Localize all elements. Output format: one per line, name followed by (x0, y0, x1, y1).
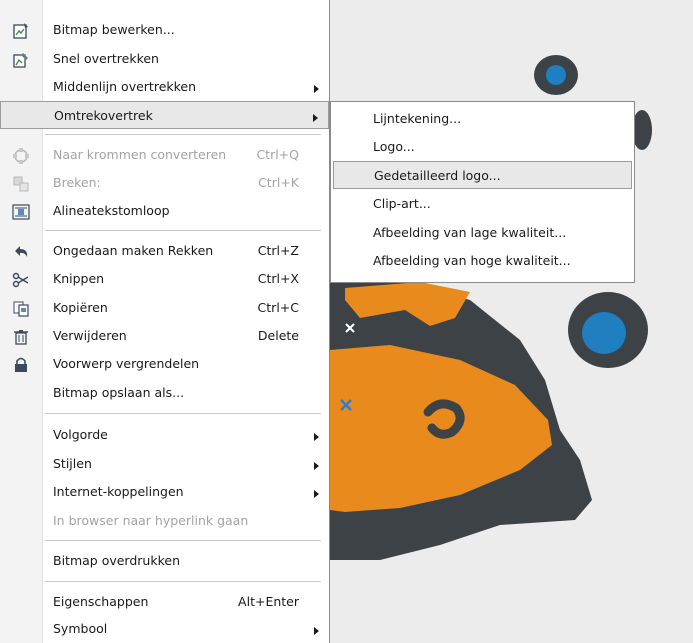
menu-item-shortcut: Delete (257, 328, 299, 343)
menu-item-properties[interactable]: Eigenschappen Alt+Enter (0, 588, 329, 616)
menu-item-label: Alineatekstomloop (53, 203, 170, 218)
menu-item-label: Naar krommen converteren (53, 147, 227, 162)
submenu-arrow-icon (313, 114, 318, 122)
menu-item-label: Voorwerp vergrendelen (53, 356, 200, 371)
copy-icon (12, 300, 30, 318)
menu-item-outline-trace[interactable]: Omtrekovertrek (0, 101, 329, 129)
menu-item-edit-bitmap[interactable]: Bitmap bewerken... (0, 16, 329, 44)
menu-item-shortcut: Ctrl+Q (256, 147, 299, 162)
submenu-item-label: Logo... (373, 139, 415, 154)
text-wrap-icon (12, 203, 30, 221)
menu-item-label: Stijlen (53, 456, 92, 471)
submenu-arrow-icon (314, 490, 319, 498)
menu-item-label: Snel overtrekken (53, 51, 159, 66)
menu-separator (45, 413, 321, 414)
submenu-item-low-quality-image[interactable]: Afbeelding van lage kwaliteit... (333, 219, 632, 247)
menu-item-label: Bitmap opslaan als... (53, 385, 185, 400)
menu-item-break-apart[interactable]: Breken: Ctrl+K (0, 169, 329, 197)
menu-separator (45, 134, 321, 135)
submenu-arrow-icon (314, 627, 319, 635)
submenu-item-label: Gedetailleerd logo... (374, 168, 501, 183)
menu-item-label: In browser naar hyperlink gaan (53, 513, 249, 528)
menu-separator (45, 230, 321, 231)
menu-separator (45, 540, 321, 541)
menu-item-shortcut: Ctrl+K (258, 175, 299, 190)
menu-item-quick-trace[interactable]: Snel overtrekken (0, 45, 329, 73)
break-apart-icon (12, 175, 30, 193)
menu-item-go-to-hyperlink[interactable]: In browser naar hyperlink gaan (0, 507, 329, 535)
menu-item-shortcut: Ctrl+C (257, 300, 299, 315)
submenu-item-line-art[interactable]: Lijntekening... (333, 105, 632, 133)
menu-item-lock-object[interactable]: Voorwerp vergrendelen (0, 350, 329, 378)
menu-item-shortcut: Ctrl+X (257, 271, 299, 286)
submenu-item-logo[interactable]: Logo... (333, 133, 632, 161)
submenu-item-detailed-logo[interactable]: Gedetailleerd logo... (333, 161, 632, 189)
menu-item-undo[interactable]: Ongedaan maken Rekken Ctrl+Z (0, 237, 329, 265)
menu-item-label: Internet-koppelingen (53, 484, 184, 499)
menu-item-label: Bitmap overdrukken (53, 553, 180, 568)
menu-item-shortcut: Ctrl+Z (257, 243, 299, 258)
submenu-arrow-icon (314, 85, 319, 93)
menu-item-internet-links[interactable]: Internet-koppelingen (0, 478, 329, 506)
submenu-item-label: Lijntekening... (373, 111, 462, 126)
menu-item-overprint-bitmap[interactable]: Bitmap overdrukken (0, 547, 329, 575)
trash-icon (12, 328, 30, 346)
menu-item-label: Omtrekovertrek (54, 108, 153, 123)
menu-item-label: Kopiëren (53, 300, 108, 315)
menu-item-label: Verwijderen (53, 328, 127, 343)
submenu-item-high-quality-image[interactable]: Afbeelding van hoge kwaliteit... (333, 247, 632, 275)
menu-item-label: Volgorde (53, 427, 108, 442)
submenu-arrow-icon (314, 433, 319, 441)
menu-item-label: Breken: (53, 175, 101, 190)
submenu-item-label: Afbeelding van lage kwaliteit... (373, 225, 567, 240)
menu-item-copy[interactable]: Kopiëren Ctrl+C (0, 294, 329, 322)
submenu-item-clip-art[interactable]: Clip-art... (333, 190, 632, 218)
context-menu: Bitmap bewerken... Snel overtrekken Midd… (0, 0, 330, 643)
menu-item-label: Knippen (53, 271, 105, 286)
submenu-arrow-icon (314, 462, 319, 470)
submenu-item-label: Clip-art... (373, 196, 431, 211)
lock-icon (12, 356, 30, 374)
menu-item-symbol[interactable]: Symbool (0, 615, 329, 643)
menu-separator (45, 581, 321, 582)
scissors-icon (12, 271, 30, 289)
convert-curves-icon (12, 147, 30, 165)
menu-item-delete[interactable]: Verwijderen Delete (0, 322, 329, 350)
menu-item-order[interactable]: Volgorde (0, 421, 329, 449)
menu-item-shortcut: Alt+Enter (238, 594, 299, 609)
menu-item-label: Bitmap bewerken... (53, 22, 175, 37)
outline-trace-submenu: Lijntekening... Logo... Gedetailleerd lo… (330, 101, 635, 283)
undo-icon (12, 243, 30, 261)
menu-item-label: Middenlijn overtrekken (53, 79, 197, 94)
menu-item-centerline-trace[interactable]: Middenlijn overtrekken (0, 73, 329, 101)
menu-item-styles[interactable]: Stijlen (0, 450, 329, 478)
menu-item-text-wrap[interactable]: Alineatekstomloop (0, 197, 329, 225)
menu-item-label: Symbool (53, 621, 108, 636)
menu-item-label: Ongedaan maken Rekken (53, 243, 214, 258)
bitmap-edit-icon (12, 22, 30, 40)
quick-trace-icon (12, 51, 30, 69)
menu-item-label: Eigenschappen (53, 594, 149, 609)
menu-item-cut[interactable]: Knippen Ctrl+X (0, 265, 329, 293)
menu-item-convert-to-curves[interactable]: Naar krommen converteren Ctrl+Q (0, 141, 329, 169)
menu-item-save-bitmap-as[interactable]: Bitmap opslaan als... (0, 379, 329, 407)
submenu-item-label: Afbeelding van hoge kwaliteit... (373, 253, 571, 268)
